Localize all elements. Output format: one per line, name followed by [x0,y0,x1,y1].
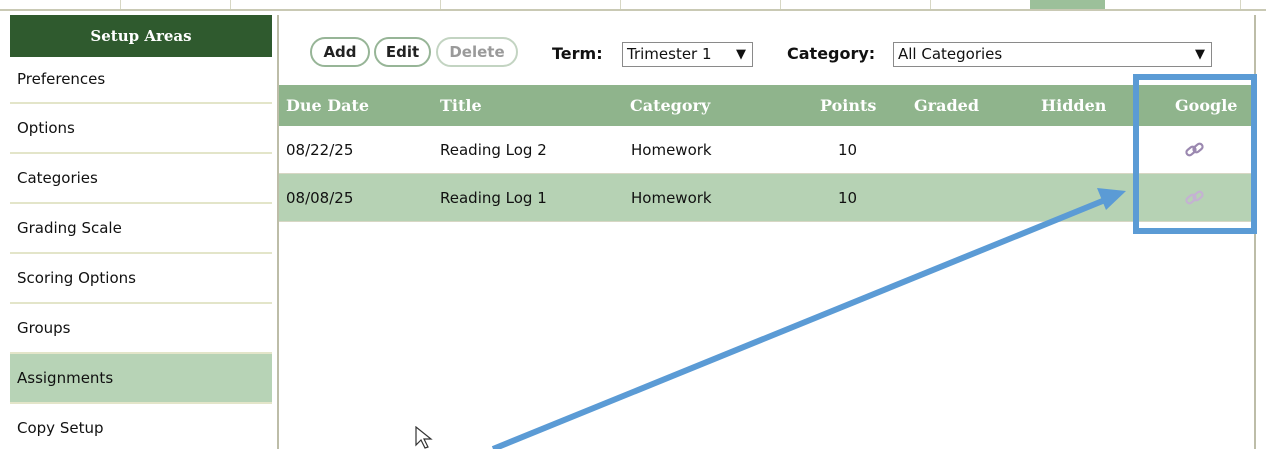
mouse-cursor-icon [415,426,433,449]
annotation-arrow-icon [491,188,1126,449]
